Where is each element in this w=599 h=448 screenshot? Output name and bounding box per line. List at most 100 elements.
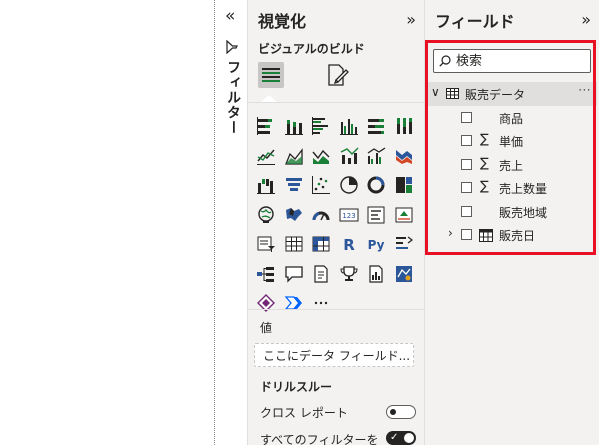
canvas-border	[214, 0, 215, 445]
section-divider	[248, 309, 424, 310]
filled-map-icon[interactable]	[284, 205, 304, 225]
clustered-bar-chart-icon[interactable]	[311, 116, 331, 136]
collapse-table-icon[interactable]: ∨	[431, 85, 440, 99]
field-checkbox[interactable]	[461, 158, 472, 170]
format-visual-tab[interactable]	[324, 62, 350, 88]
funnel-chart-icon[interactable]	[284, 175, 304, 195]
values-section-label: 値	[260, 321, 273, 335]
report-canvas[interactable]	[0, 0, 215, 445]
visualizations-title: 視覚化	[258, 12, 307, 31]
calendar-icon	[479, 229, 493, 242]
search-input[interactable]	[456, 52, 586, 70]
cross-report-label: クロス レポート	[260, 406, 348, 420]
table-icon[interactable]	[284, 234, 304, 254]
svg-text:123: 123	[342, 212, 355, 220]
field-name: 単価	[499, 135, 524, 150]
table-sales-data[interactable]: ∨ 販売データ ⋯	[427, 82, 597, 106]
build-visual-icon	[262, 68, 280, 82]
waterfall-chart-icon[interactable]	[256, 175, 276, 195]
power-apps-icon[interactable]	[256, 293, 276, 313]
line-chart-icon[interactable]	[256, 146, 276, 166]
scatter-chart-icon[interactable]	[311, 175, 331, 195]
card-icon[interactable]: 123	[339, 205, 359, 225]
field-checkbox[interactable]	[461, 135, 472, 147]
tab-separator	[248, 102, 424, 103]
visualizations-pane: 視覚化 » ビジュアルのビルド 123 R Py 値 ここにデータ フィールド...…	[248, 0, 424, 447]
filters-label[interactable]: フィルター	[221, 60, 243, 135]
stacked-area-chart-icon[interactable]	[311, 146, 331, 166]
field-item[interactable]: ∑ 売上数量	[427, 177, 597, 199]
more-visuals-icon[interactable]	[311, 293, 331, 313]
pie-chart-icon[interactable]	[339, 175, 359, 195]
filter-funnel-icon	[226, 40, 238, 54]
drillthrough-title: ドリルスルー	[260, 380, 333, 394]
expand-fields-icon[interactable]: »	[581, 10, 591, 29]
fields-pane: フィールド » ∨ 販売データ ⋯ 商品 ∑ 単価 ∑ 売上 ∑ 売上数量販売地域 › 販売日	[425, 0, 599, 445]
gauge-icon[interactable]	[311, 205, 331, 225]
python-visual-icon[interactable]: Py	[366, 234, 386, 254]
sigma-icon: ∑	[480, 155, 489, 171]
fields-title: フィールド	[435, 12, 515, 31]
stacked-bar-chart-icon[interactable]	[256, 116, 276, 136]
area-chart-icon[interactable]	[284, 146, 304, 166]
100-percent-stacked-bar-icon[interactable]	[366, 116, 386, 136]
cross-report-toggle[interactable]	[386, 405, 416, 419]
build-visual-label: ビジュアルのビルド	[258, 42, 365, 56]
donut-chart-icon[interactable]	[366, 175, 386, 195]
treemap-icon[interactable]	[394, 175, 414, 195]
sigma-icon: ∑	[480, 132, 489, 148]
expand-visualizations-icon[interactable]: »	[406, 10, 416, 29]
multi-row-card-icon[interactable]	[366, 205, 386, 225]
field-checkbox[interactable]	[461, 229, 472, 240]
fields-search[interactable]	[433, 49, 591, 73]
line-clustered-column-icon[interactable]	[366, 146, 386, 166]
toggle-knob	[404, 433, 414, 443]
format-paintbrush-icon	[328, 64, 349, 86]
build-visual-tab[interactable]	[258, 62, 284, 88]
stacked-column-chart-icon[interactable]	[284, 116, 304, 136]
field-item[interactable]: 販売地域	[427, 201, 597, 223]
100-percent-stacked-column-icon[interactable]	[394, 116, 414, 136]
svg-text:Py: Py	[368, 238, 385, 252]
active-tab-indicator	[261, 95, 277, 102]
map-icon[interactable]	[256, 205, 276, 225]
field-name: 販売日	[499, 229, 536, 243]
metrics-icon[interactable]	[339, 264, 359, 284]
search-icon	[439, 55, 451, 67]
power-automate-icon[interactable]	[284, 293, 304, 313]
field-checkbox[interactable]	[461, 182, 472, 194]
keep-all-filters-label: すべてのフィルターを	[260, 433, 379, 447]
qa-icon[interactable]	[284, 264, 304, 284]
smart-narrative-icon[interactable]	[311, 264, 331, 284]
field-name: 商品	[499, 112, 524, 126]
azure-map-icon[interactable]	[394, 264, 414, 284]
toggle-knob	[390, 409, 396, 415]
ribbon-chart-icon[interactable]	[394, 146, 414, 166]
keep-all-filters-toggle[interactable]: ✓	[386, 431, 416, 445]
field-item[interactable]: › 販売日	[427, 224, 597, 246]
more-options-icon[interactable]: ⋯	[578, 83, 591, 98]
collapse-filters-icon[interactable]: «	[225, 6, 235, 26]
field-item[interactable]: ∑ 売上	[427, 154, 597, 176]
table-icon	[446, 88, 459, 99]
kpi-icon[interactable]	[394, 205, 414, 225]
key-influencers-icon[interactable]	[394, 234, 414, 254]
sigma-icon: ∑	[480, 179, 489, 195]
field-item[interactable]: 商品	[427, 107, 597, 129]
paginated-report-icon[interactable]	[366, 264, 386, 284]
filters-pane-collapsed[interactable]: « フィルター	[217, 0, 247, 445]
values-drop-zone[interactable]: ここにデータ フィールド...	[254, 343, 414, 367]
check-icon: ✓	[390, 432, 399, 443]
expand-hierarchy-icon[interactable]: ›	[448, 226, 453, 240]
decomposition-tree-icon[interactable]	[256, 264, 276, 284]
clustered-column-chart-icon[interactable]	[339, 116, 359, 136]
field-item[interactable]: ∑ 単価	[427, 130, 597, 152]
line-stacked-column-icon[interactable]	[339, 146, 359, 166]
field-name: 販売地域	[499, 205, 548, 220]
r-script-visual-icon[interactable]: R	[339, 234, 359, 254]
matrix-icon[interactable]	[311, 234, 331, 254]
field-checkbox[interactable]	[461, 112, 472, 123]
field-checkbox[interactable]	[461, 205, 472, 217]
field-name: 売上	[499, 158, 524, 173]
slicer-icon[interactable]	[256, 234, 276, 254]
